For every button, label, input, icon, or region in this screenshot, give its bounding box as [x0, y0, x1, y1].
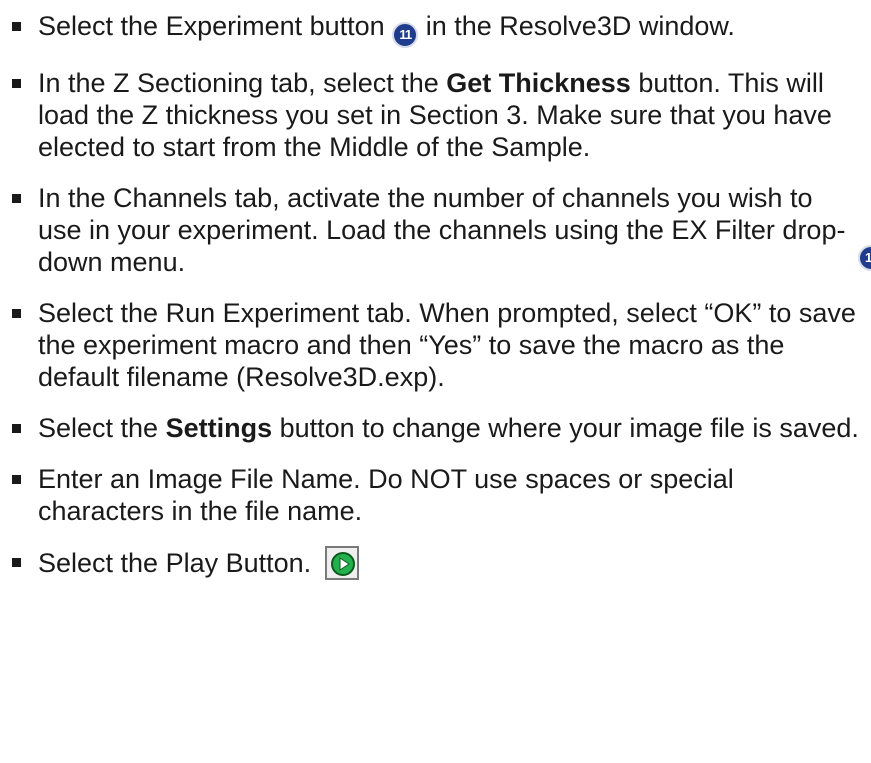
- list-item: Select the Experiment button 11 in the R…: [10, 10, 860, 48]
- step-text: Select the Play Button.: [38, 548, 312, 578]
- list-item: In the Z Sectioning tab, select the Get …: [10, 67, 860, 163]
- list-item: Select the Settings button to change whe…: [10, 412, 860, 444]
- square-bullet-icon: [12, 309, 21, 318]
- square-bullet-icon: [12, 424, 21, 433]
- step-text: Select the: [38, 413, 166, 443]
- square-bullet-icon: [12, 79, 21, 88]
- list-item: Select the Run Experiment tab. When prom…: [10, 297, 860, 393]
- square-bullet-icon: [12, 558, 21, 567]
- list-item: Enter an Image File Name. Do NOT use spa…: [10, 463, 860, 527]
- play-button-icon: [324, 546, 359, 580]
- square-bullet-icon: [12, 194, 21, 203]
- list-item: In the Channels tab, activate the number…: [10, 182, 860, 278]
- step-bold-text: Get Thickness: [446, 68, 631, 98]
- step-text: button to change where your image file i…: [272, 413, 859, 443]
- step-text: Select the Run Experiment tab. When prom…: [38, 298, 856, 392]
- step-text: In the Channels tab, activate the number…: [38, 183, 846, 277]
- step-text: Enter an Image File Name. Do NOT use spa…: [38, 464, 734, 526]
- list-item: Select the Play Button.: [10, 546, 860, 580]
- instruction-list: Select the Experiment button 11 in the R…: [10, 10, 860, 599]
- step-text: in the Resolve3D window.: [418, 11, 735, 41]
- edge-badge-clip: 11: [856, 240, 871, 276]
- number-badge-icon: 11: [858, 245, 871, 271]
- instruction-page: Select the Experiment button 11 in the R…: [0, 0, 871, 763]
- square-bullet-icon: [12, 475, 21, 484]
- step-text: In the Z Sectioning tab, select the: [38, 68, 447, 98]
- square-bullet-icon: [12, 22, 21, 31]
- number-badge-icon: 11: [392, 22, 419, 48]
- step-text: Select the Experiment button: [38, 11, 393, 41]
- step-bold-text: Settings: [165, 413, 273, 443]
